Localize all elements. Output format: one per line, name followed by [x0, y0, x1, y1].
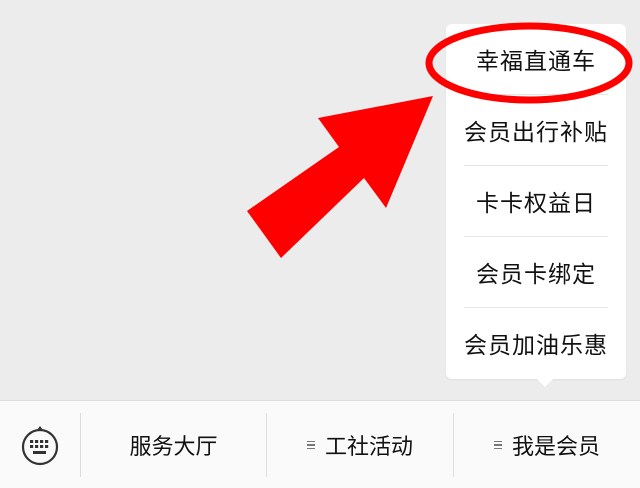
tab-label: 工社活动	[324, 435, 413, 460]
tab-label: 我是会员	[511, 435, 600, 460]
submenu-item-xingfu-zhitongche[interactable]: 幸福直通车	[446, 24, 626, 94]
tab-union-activities[interactable]: 工社活动	[267, 401, 453, 488]
wechat-menu-screen: 幸福直通车 会员出行补贴 卡卡权益日 会员卡绑定 会员加油乐惠 服务大厅 工社活…	[0, 0, 640, 488]
popup-caret	[535, 377, 555, 387]
member-submenu-popup: 幸福直通车 会员出行补贴 卡卡权益日 会员卡绑定 会员加油乐惠	[446, 24, 626, 379]
tab-i-am-member[interactable]: 我是会员	[454, 401, 640, 488]
submenu-item-member-travel-subsidy[interactable]: 会员出行补贴	[446, 95, 626, 165]
submenu-lines-icon	[306, 439, 315, 452]
tab-label: 服务大厅	[129, 435, 218, 460]
tab-service-hall[interactable]: 服务大厅	[81, 401, 266, 488]
keyboard-icon	[21, 426, 59, 466]
keyboard-toggle-button[interactable]	[0, 401, 80, 488]
submenu-item-card-benefit-day[interactable]: 卡卡权益日	[446, 166, 626, 236]
bottom-menu-bar: 服务大厅 工社活动 我是会员	[0, 400, 640, 488]
submenu-lines-icon	[493, 439, 502, 452]
submenu-item-member-fuel-discount[interactable]: 会员加油乐惠	[446, 308, 626, 378]
submenu-item-member-card-binding[interactable]: 会员卡绑定	[446, 237, 626, 307]
